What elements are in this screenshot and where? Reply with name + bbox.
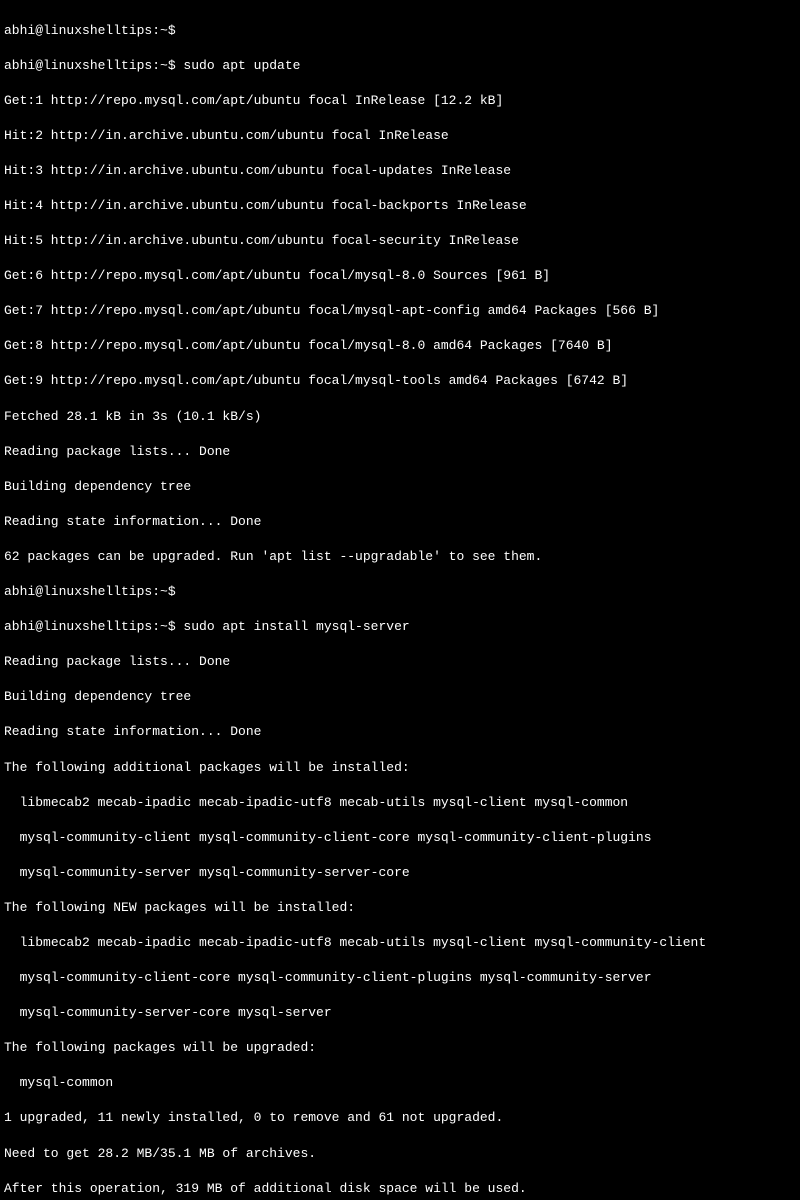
prompt-line: abhi@linuxshelltips:~$ bbox=[4, 22, 796, 40]
output-line: The following additional packages will b… bbox=[4, 759, 796, 777]
output-line: 62 packages can be upgraded. Run 'apt li… bbox=[4, 548, 796, 566]
output-line: Get:9 http://repo.mysql.com/apt/ubuntu f… bbox=[4, 372, 796, 390]
command-line: abhi@linuxshelltips:~$ sudo apt update bbox=[4, 57, 796, 75]
output-line: Hit:5 http://in.archive.ubuntu.com/ubunt… bbox=[4, 232, 796, 250]
output-line: Fetched 28.1 kB in 3s (10.1 kB/s) bbox=[4, 408, 796, 426]
output-line: mysql-community-client-core mysql-commun… bbox=[4, 969, 796, 987]
output-line: Reading package lists... Done bbox=[4, 443, 796, 461]
output-line: libmecab2 mecab-ipadic mecab-ipadic-utf8… bbox=[4, 934, 796, 952]
output-line: Get:7 http://repo.mysql.com/apt/ubuntu f… bbox=[4, 302, 796, 320]
output-line: Building dependency tree bbox=[4, 478, 796, 496]
output-line: After this operation, 319 MB of addition… bbox=[4, 1180, 796, 1198]
output-line: mysql-community-server mysql-community-s… bbox=[4, 864, 796, 882]
output-line: libmecab2 mecab-ipadic mecab-ipadic-utf8… bbox=[4, 794, 796, 812]
output-line: Reading state information... Done bbox=[4, 723, 796, 741]
prompt-line: abhi@linuxshelltips:~$ bbox=[4, 583, 796, 601]
output-line: Get:8 http://repo.mysql.com/apt/ubuntu f… bbox=[4, 337, 796, 355]
command-line: abhi@linuxshelltips:~$ sudo apt install … bbox=[4, 618, 796, 636]
output-line: 1 upgraded, 11 newly installed, 0 to rem… bbox=[4, 1109, 796, 1127]
output-line: Need to get 28.2 MB/35.1 MB of archives. bbox=[4, 1145, 796, 1163]
terminal-output[interactable]: abhi@linuxshelltips:~$ abhi@linuxshellti… bbox=[4, 4, 796, 1200]
output-line: Reading state information... Done bbox=[4, 513, 796, 531]
output-line: Hit:4 http://in.archive.ubuntu.com/ubunt… bbox=[4, 197, 796, 215]
output-line: mysql-community-server-core mysql-server bbox=[4, 1004, 796, 1022]
output-line: mysql-community-client mysql-community-c… bbox=[4, 829, 796, 847]
output-line: The following packages will be upgraded: bbox=[4, 1039, 796, 1057]
output-line: Hit:3 http://in.archive.ubuntu.com/ubunt… bbox=[4, 162, 796, 180]
output-line: Get:6 http://repo.mysql.com/apt/ubuntu f… bbox=[4, 267, 796, 285]
output-line: Building dependency tree bbox=[4, 688, 796, 706]
output-line: The following NEW packages will be insta… bbox=[4, 899, 796, 917]
output-line: Get:1 http://repo.mysql.com/apt/ubuntu f… bbox=[4, 92, 796, 110]
output-line: Reading package lists... Done bbox=[4, 653, 796, 671]
output-line: mysql-common bbox=[4, 1074, 796, 1092]
output-line: Hit:2 http://in.archive.ubuntu.com/ubunt… bbox=[4, 127, 796, 145]
